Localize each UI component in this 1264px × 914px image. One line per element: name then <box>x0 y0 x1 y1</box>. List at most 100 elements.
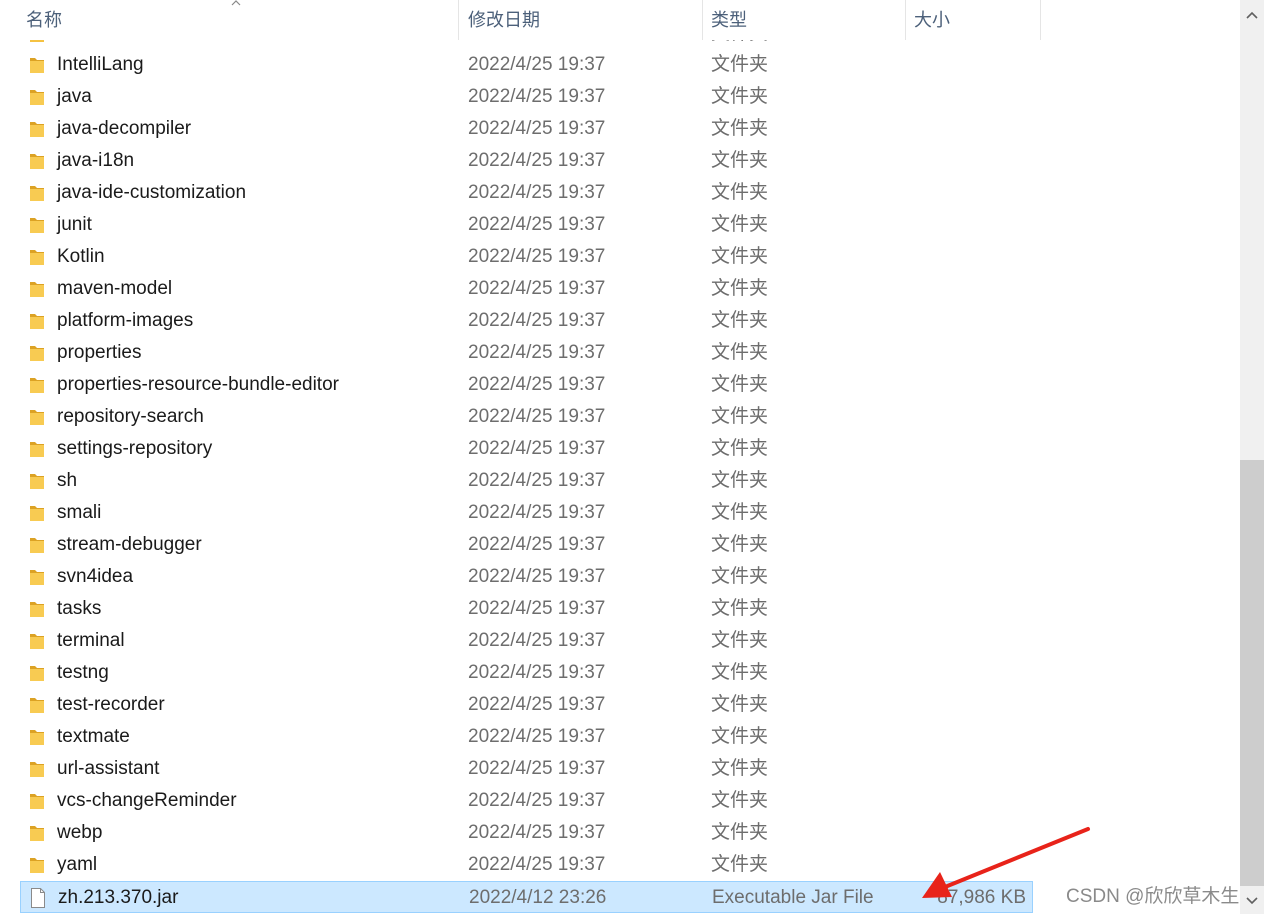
list-item[interactable]: platform-images 2022/4/25 19:37 文件夹 <box>20 305 1033 337</box>
list-item[interactable]: sh 2022/4/25 19:37 文件夹 <box>20 465 1033 497</box>
header-type[interactable]: 类型 <box>705 0 905 40</box>
file-name: java <box>57 86 92 107</box>
list-item[interactable]: IntelliLang 2022/4/25 19:37 文件夹 <box>20 49 1033 81</box>
date-modified: 2022/4/25 19:37 <box>468 598 606 619</box>
folder-icon <box>30 90 44 105</box>
folder-icon <box>30 698 44 713</box>
scroll-up-arrow-icon[interactable] <box>1245 10 1259 20</box>
list-item[interactable]: repository-search 2022/4/25 19:37 文件夹 <box>20 401 1033 433</box>
file-name: stream-debugger <box>57 534 202 555</box>
folder-icon <box>30 570 44 585</box>
list-item[interactable]: textmate 2022/4/25 19:37 文件夹 <box>20 721 1033 753</box>
file-type: 文件夹 <box>711 214 769 235</box>
file-name: testng <box>57 662 109 683</box>
file-type: 文件夹 <box>711 822 769 843</box>
file-name: yaml <box>57 854 98 875</box>
header-separator[interactable] <box>702 0 703 40</box>
file-name: settings-repository <box>57 438 213 459</box>
folder-icon <box>30 58 44 73</box>
list-item[interactable]: test-recorder 2022/4/25 19:37 文件夹 <box>20 689 1033 721</box>
date-modified: 2022/4/25 19:37 <box>468 790 606 811</box>
file-name: test-recorder <box>57 694 165 715</box>
list-item[interactable]: maven-model 2022/4/25 19:37 文件夹 <box>20 273 1033 305</box>
list-item[interactable]: terminal 2022/4/25 19:37 文件夹 <box>20 625 1033 657</box>
date-modified: 2022/4/25 19:37 <box>468 470 606 491</box>
list-item[interactable]: settings-repository 2022/4/25 19:37 文件夹 <box>20 433 1033 465</box>
list-item[interactable]: smali 2022/4/25 19:37 文件夹 <box>20 497 1033 529</box>
file-list: 2022/4/25 19:37 文件夹 IntelliLang 2022/4/25… <box>0 40 1240 914</box>
file-type: 文件夹 <box>711 758 769 779</box>
list-item[interactable]: stream-debugger 2022/4/25 19:37 文件夹 <box>20 529 1033 561</box>
watermark: CSDN @欣欣草木生 <box>1066 886 1240 907</box>
vertical-scrollbar[interactable] <box>1240 0 1264 914</box>
file-type: 文件夹 <box>711 502 769 523</box>
list-item[interactable]: java 2022/4/25 19:37 文件夹 <box>20 81 1033 113</box>
list-item[interactable]: junit 2022/4/25 19:37 文件夹 <box>20 209 1033 241</box>
header-size[interactable]: 大小 <box>908 0 1040 40</box>
date-modified: 2022/4/25 19:37 <box>468 374 606 395</box>
file-name: webp <box>57 822 103 843</box>
date-modified: 2022/4/25 19:37 <box>468 86 606 107</box>
list-item[interactable]: webp 2022/4/25 19:37 文件夹 <box>20 817 1033 849</box>
folder-icon <box>30 730 44 745</box>
list-item[interactable]: url-assistant 2022/4/25 19:37 文件夹 <box>20 753 1033 785</box>
date-modified: 2022/4/25 19:37 <box>468 246 606 267</box>
list-item[interactable]: zh.213.370.jar 2022/4/12 23:26 Executable … <box>20 881 1033 913</box>
file-type: 文件夹 <box>711 662 769 683</box>
file-type: 文件夹 <box>711 278 769 299</box>
date-modified: 2022/4/25 19:37 <box>468 854 606 875</box>
folder-icon <box>30 762 44 777</box>
file-size: 87,986 KB <box>937 887 1026 908</box>
list-item[interactable]: properties-resource-bundle-editor 2022/4/… <box>20 369 1033 401</box>
list-item[interactable]: tasks 2022/4/25 19:37 文件夹 <box>20 593 1033 625</box>
list-item[interactable]: testng 2022/4/25 19:37 文件夹 <box>20 657 1033 689</box>
file-name: smali <box>57 502 102 523</box>
header-separator[interactable] <box>458 0 459 40</box>
list-item[interactable]: svn4idea 2022/4/25 19:37 文件夹 <box>20 561 1033 593</box>
file-type: 文件夹 <box>711 726 769 747</box>
file-icon <box>31 888 45 908</box>
folder-icon <box>30 474 44 489</box>
date-modified: 2022/4/25 19:37 <box>468 310 606 331</box>
file-name: maven-model <box>57 278 173 299</box>
list-item[interactable]: vcs-changeReminder 2022/4/25 19:37 文件夹 <box>20 785 1033 817</box>
file-name: IntelliLang <box>57 54 144 75</box>
scrollbar-thumb[interactable] <box>1240 460 1264 886</box>
file-name: terminal <box>57 630 125 651</box>
file-type: 文件夹 <box>711 310 769 331</box>
file-type: 文件夹 <box>711 438 769 459</box>
date-modified: 2022/4/25 19:37 <box>468 534 606 555</box>
file-name: repository-search <box>57 406 204 427</box>
folder-icon <box>30 858 44 873</box>
folder-icon <box>30 378 44 393</box>
file-name: platform-images <box>57 310 194 331</box>
file-type: 文件夹 <box>711 182 769 203</box>
file-type: 文件夹 <box>711 86 769 107</box>
date-modified: 2022/4/25 19:37 <box>468 54 606 75</box>
header-date[interactable]: 修改日期 <box>462 0 702 40</box>
scroll-down-arrow-icon[interactable] <box>1245 896 1259 906</box>
folder-icon <box>30 506 44 521</box>
folder-icon <box>30 666 44 681</box>
date-modified: 2022/4/25 19:37 <box>468 822 606 843</box>
folder-icon <box>30 538 44 553</box>
list-item[interactable]: java-ide-customization 2022/4/25 19:37 文件夹 <box>20 177 1033 209</box>
header-separator[interactable] <box>1040 0 1041 40</box>
file-type: 文件夹 <box>711 118 769 139</box>
list-item[interactable]: Kotlin 2022/4/25 19:37 文件夹 <box>20 241 1033 273</box>
date-modified: 2022/4/25 19:37 <box>468 150 606 171</box>
file-name: url-assistant <box>57 758 160 779</box>
file-name: tasks <box>57 598 102 619</box>
file-type: Executable Jar File <box>712 887 874 908</box>
file-type: 文件夹 <box>711 566 769 587</box>
list-item[interactable]: properties 2022/4/25 19:37 文件夹 <box>20 337 1033 369</box>
folder-icon <box>30 410 44 425</box>
file-type: 文件夹 <box>711 54 769 75</box>
header-separator[interactable] <box>905 0 906 40</box>
list-item[interactable]: java-i18n 2022/4/25 19:37 文件夹 <box>20 145 1033 177</box>
list-item[interactable]: java-decompiler 2022/4/25 19:37 文件夹 <box>20 113 1033 145</box>
list-item[interactable]: yaml 2022/4/25 19:37 文件夹 <box>20 849 1033 881</box>
file-name: svn4idea <box>57 566 134 587</box>
file-type: 文件夹 <box>711 374 769 395</box>
file-type: 文件夹 <box>711 854 769 875</box>
